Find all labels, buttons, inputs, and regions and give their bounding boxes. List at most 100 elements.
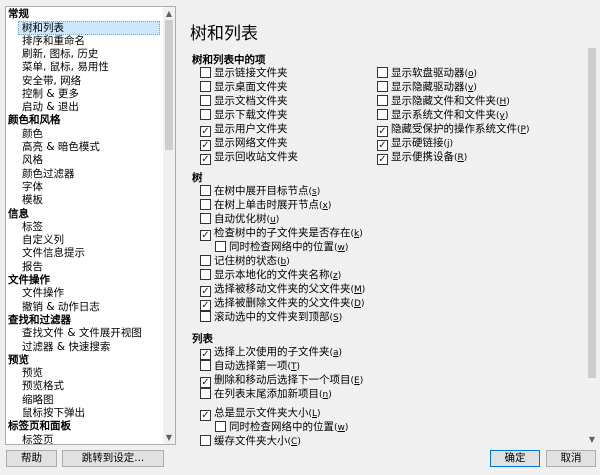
checkbox-unchecked[interactable] <box>200 185 211 196</box>
category-item[interactable]: 查找文件 & 文件展开视图 <box>20 327 142 340</box>
category-item[interactable]: 报告 <box>20 261 43 274</box>
category-item[interactable]: 启动 & 退出 <box>20 101 79 114</box>
checkbox-option[interactable]: 隐藏受保护的操作系统文件(P) <box>377 122 529 137</box>
checkbox-unchecked[interactable] <box>377 95 388 106</box>
checkbox-option[interactable]: 显示回收站文件夹 <box>200 150 298 165</box>
checkbox-unchecked[interactable] <box>200 81 211 92</box>
checkbox-unchecked[interactable] <box>200 269 211 280</box>
cancel-button[interactable]: 取消 <box>546 450 596 467</box>
checkbox-option[interactable]: 显示软盘驱动器(o) <box>377 66 477 80</box>
checkbox-option[interactable]: 在列表末尾添加新项目(n) <box>200 387 332 401</box>
checkbox-unchecked[interactable] <box>377 109 388 120</box>
checkbox-unchecked[interactable] <box>200 67 211 78</box>
category-header[interactable]: 颜色和风格 <box>8 114 61 127</box>
category-item[interactable]: 字体 <box>20 181 43 194</box>
checkbox-option[interactable]: 记住树的状态(b) <box>200 254 290 268</box>
category-item[interactable]: 鼠标按下弹出 <box>20 407 85 420</box>
category-item[interactable]: 控制 & 更多 <box>20 88 79 101</box>
category-item[interactable]: 文件信息提示 <box>20 247 85 260</box>
checkbox-option[interactable]: 总是显示文件夹大小(L) <box>200 406 321 421</box>
checkbox-unchecked[interactable] <box>200 213 211 224</box>
category-item[interactable]: 标签页 <box>20 434 54 444</box>
category-header[interactable]: 查找和过滤器 <box>8 314 71 327</box>
checkbox-unchecked[interactable] <box>200 388 211 399</box>
category-item[interactable]: 撤销 & 动作日志 <box>20 301 100 314</box>
scrollbar-thumb[interactable] <box>588 48 596 378</box>
category-item[interactable]: 预览格式 <box>20 380 64 393</box>
checkbox-unchecked[interactable] <box>200 435 211 446</box>
help-button[interactable]: 帮助 <box>6 450 57 467</box>
scrollbar-thumb[interactable] <box>165 20 173 150</box>
checkbox-unchecked[interactable] <box>200 360 211 371</box>
checkbox-option[interactable]: 显示用户文件夹 <box>200 122 288 137</box>
checkbox-unchecked[interactable] <box>200 109 211 120</box>
checkbox-unchecked[interactable] <box>200 255 211 266</box>
category-header[interactable]: 标签页和面板 <box>8 420 71 433</box>
category-item[interactable]: 高亮 & 暗色模式 <box>20 141 100 154</box>
checkbox-unchecked[interactable] <box>200 199 211 210</box>
category-item[interactable]: 刷新, 图标, 历史 <box>20 48 98 61</box>
checkbox-option[interactable]: 显示文档文件夹 <box>200 94 288 108</box>
option-label: 显示链接文件夹 <box>214 67 288 79</box>
category-item[interactable]: 自定义列 <box>20 234 64 247</box>
category-item[interactable]: 排序和重命名 <box>20 35 85 48</box>
category-item[interactable]: 颜色过滤器 <box>20 168 75 181</box>
checkbox-option[interactable]: 显示下载文件夹 <box>200 108 288 122</box>
checkbox-checked[interactable] <box>200 154 211 165</box>
ok-button[interactable]: 确定 <box>490 450 540 467</box>
checkbox-unchecked[interactable] <box>200 311 211 322</box>
checkbox-option[interactable]: 显示硬链接(j) <box>377 136 453 151</box>
checkbox-option[interactable]: 显示隐藏驱动器(v) <box>377 80 477 94</box>
checkbox-option[interactable]: 显示本地化的文件夹名称(z) <box>200 268 341 282</box>
checkbox-option[interactable]: 显示隐藏文件和文件夹(H) <box>377 94 510 108</box>
category-item[interactable]: 标签 <box>20 221 43 234</box>
checkbox-unchecked[interactable] <box>200 95 211 106</box>
checkbox-option[interactable]: 自动选择第一项(T) <box>200 359 300 373</box>
category-header[interactable]: 信息 <box>8 208 29 221</box>
checkbox-unchecked[interactable] <box>377 81 388 92</box>
category-item[interactable]: 风格 <box>20 154 43 167</box>
category-header[interactable]: 文件操作 <box>8 274 50 287</box>
goto-setting-button[interactable]: 跳转到设定... <box>62 450 164 467</box>
checkbox-option[interactable]: 选择被删除文件夹的父文件夹(D) <box>200 296 364 311</box>
category-header[interactable]: 常规 <box>8 8 29 21</box>
category-item[interactable]: 模板 <box>20 194 43 207</box>
category-item[interactable]: 颜色 <box>20 128 43 141</box>
checkbox-option[interactable]: 同时检查网络中的位置(w) <box>215 420 348 434</box>
category-item[interactable]: 缩略图 <box>20 394 54 407</box>
checkbox-option[interactable]: 删除和移动后选择下一个项目(E) <box>200 373 363 388</box>
category-item[interactable]: 文件操作 <box>20 287 64 300</box>
checkbox-checked[interactable] <box>200 410 211 421</box>
category-item[interactable]: 过滤器 & 快速搜索 <box>20 341 110 354</box>
checkbox-checked[interactable] <box>200 230 211 241</box>
checkbox-option[interactable]: 显示系统文件和文件夹(y) <box>377 108 508 122</box>
checkbox-checked[interactable] <box>377 154 388 165</box>
checkbox-option[interactable]: 选择被移动文件夹的父文件夹(M) <box>200 282 365 297</box>
category-item[interactable]: 树和列表 <box>18 21 160 35</box>
checkbox-option[interactable]: 在树上单击时展开节点(x) <box>200 198 331 212</box>
category-header[interactable]: 预览 <box>8 354 29 367</box>
category-item[interactable]: 安全带, 网络 <box>20 75 81 88</box>
category-item[interactable]: 菜单, 鼠标, 易用性 <box>20 61 109 74</box>
category-item[interactable]: 预览 <box>20 367 43 380</box>
scroll-down-icon[interactable]: ▼ <box>586 435 598 444</box>
checkbox-option[interactable]: 缓存文件夹大小(C) <box>200 434 301 446</box>
settings-category-list[interactable]: ▲ ▼ 常规 树和列表 排序和重命名 刷新, 图标, 历史 菜单, 鼠标, 易用性 安全带… <box>5 6 176 445</box>
scroll-up-icon[interactable]: ▲ <box>163 9 175 18</box>
category-scrollbar[interactable]: ▲ ▼ <box>163 7 175 444</box>
checkbox-option[interactable]: 自动优化树(u) <box>200 212 279 226</box>
checkbox-option[interactable]: 滚动选中的文件夹到顶部(S) <box>200 310 342 324</box>
checkbox-unchecked[interactable] <box>215 421 226 432</box>
checkbox-option[interactable]: 同时检查网络中的位置(w) <box>215 240 348 254</box>
checkbox-unchecked[interactable] <box>377 67 388 78</box>
scroll-down-icon[interactable]: ▼ <box>163 433 175 442</box>
checkbox-option[interactable]: 在树中展开目标节点(s) <box>200 184 320 198</box>
checkbox-option[interactable]: 显示桌面文件夹 <box>200 80 288 94</box>
checkbox-option[interactable]: 显示便携设备(R) <box>377 150 467 165</box>
checkbox-option[interactable]: 显示网络文件夹 <box>200 136 288 151</box>
checkbox-option[interactable]: 显示链接文件夹 <box>200 66 288 80</box>
checkbox-unchecked[interactable] <box>215 241 226 252</box>
checkbox-option[interactable]: 选择上次使用的子文件夹(a) <box>200 345 342 360</box>
checkbox-option[interactable]: 检查树中的子文件夹是否存在(k) <box>200 226 363 241</box>
panel-scrollbar[interactable]: ▼ <box>586 46 598 446</box>
